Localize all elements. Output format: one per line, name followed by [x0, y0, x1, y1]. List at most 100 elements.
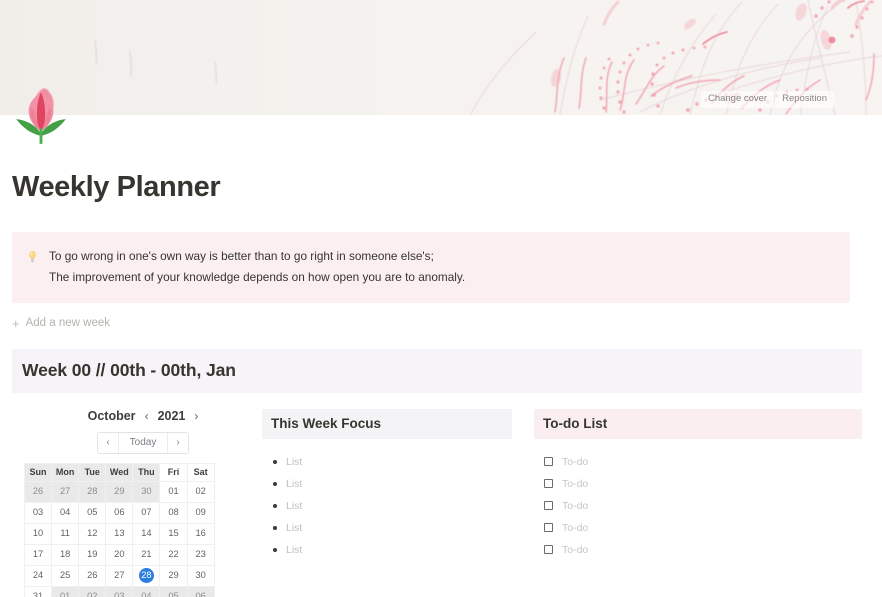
calendar-day-cell[interactable]: 09 — [186, 501, 215, 524]
calendar-day-number: 26 — [32, 486, 44, 497]
focus-list-item-label: List — [286, 455, 303, 468]
todo-list-item-label: To-do — [562, 499, 589, 512]
calendar-day-cell[interactable]: 30 — [132, 480, 161, 503]
todo-list-item[interactable]: To-do — [544, 451, 862, 473]
calendar-day-cell[interactable]: 07 — [132, 501, 161, 524]
page-cover[interactable]: Change cover Reposition — [0, 0, 882, 115]
calendar-day-cell[interactable]: 04 — [51, 501, 80, 524]
checkbox-icon[interactable] — [544, 523, 553, 533]
calendar-day-cell[interactable]: 04 — [132, 585, 161, 597]
calendar-day-cell[interactable]: 19 — [78, 543, 107, 566]
focus-list-item[interactable]: List — [273, 517, 512, 539]
calendar-day-cell[interactable]: 22 — [159, 543, 188, 566]
checkbox-icon[interactable] — [544, 457, 553, 467]
focus-list-item[interactable]: List — [273, 451, 512, 473]
calendar-day-cell[interactable]: 10 — [23, 522, 53, 545]
calendar-day-cell[interactable]: 13 — [105, 522, 134, 545]
tulip-icon[interactable] — [8, 82, 74, 148]
calendar-day-number: 17 — [32, 549, 44, 560]
calendar-day-number: 11 — [60, 528, 70, 539]
calendar-day-cell[interactable]: 29 — [105, 480, 134, 503]
todo-list-item[interactable]: To-do — [544, 473, 862, 495]
week-columns: October ‹ 2021 › ‹ Today › Sun Mon Tue Wed T… — [12, 408, 862, 597]
calendar-day-number: 04 — [59, 507, 71, 518]
todo-list-item[interactable]: To-do — [544, 517, 862, 539]
calendar-day-cell[interactable]: 02 — [186, 480, 215, 503]
checkbox-icon[interactable] — [544, 479, 553, 489]
reposition-button[interactable]: Reposition — [775, 90, 834, 108]
change-cover-button[interactable]: Change cover — [700, 90, 775, 108]
checkbox-icon[interactable] — [544, 501, 553, 511]
calendar-day-cell[interactable]: 16 — [186, 522, 215, 545]
calendar-day-number: 02 — [87, 591, 98, 597]
calendar-day-cell[interactable]: 15 — [159, 522, 188, 545]
plus-icon: + — [12, 315, 20, 331]
add-new-week-button[interactable]: + Add a new week — [12, 317, 870, 330]
calendar-day-number: 23 — [195, 549, 206, 560]
calendar-prev-button[interactable]: ‹ — [98, 432, 119, 453]
todo-list-column: To-do List To-do To-do To-do To-do To-do — [534, 408, 862, 597]
focus-list-item[interactable]: List — [273, 539, 512, 561]
focus-list-item[interactable]: List — [273, 473, 512, 495]
calendar-day-number: 22 — [168, 549, 179, 560]
calendar-year-label: 2021 — [157, 408, 186, 423]
bullet-icon — [273, 547, 277, 552]
calendar-day-cell[interactable]: 05 — [78, 501, 107, 524]
calendar-day-cell[interactable]: 11 — [51, 522, 80, 545]
checkbox-icon[interactable] — [544, 545, 553, 555]
todo-list-item[interactable]: To-do — [544, 495, 862, 517]
calendar-weekday-wed: Wed — [105, 462, 134, 482]
calendar-day-cell[interactable]: 26 — [23, 480, 53, 503]
calendar-day-number: 05 — [87, 507, 98, 518]
calendar-day-cell[interactable]: 06 — [105, 501, 134, 524]
calendar-day-cell[interactable]: 29 — [159, 564, 188, 587]
focus-list-item[interactable]: List — [273, 495, 512, 517]
todo-list: To-do To-do To-do To-do To-do — [534, 451, 862, 561]
calendar-day-cell[interactable]: 25 — [51, 564, 80, 587]
calendar-day-number: 10 — [32, 528, 44, 539]
calendar-day-number: 28 — [87, 486, 98, 497]
calendar-weekday-sun: Sun — [23, 462, 53, 482]
calendar-day-cell[interactable]: 02 — [78, 585, 107, 597]
calendar-day-cell[interactable]: 31 — [23, 585, 53, 597]
calendar-day-cell[interactable]: 17 — [23, 543, 53, 566]
calendar-day-cell[interactable]: 18 — [51, 543, 80, 566]
calendar-day-number: 06 — [195, 591, 206, 597]
calendar-day-cell[interactable]: 28 — [78, 480, 107, 503]
calendar-weekday-mon: Mon — [51, 462, 80, 482]
calendar-day-cell[interactable]: 14 — [132, 522, 161, 545]
bullet-icon — [273, 525, 277, 530]
calendar-day-cell[interactable]: 21 — [132, 543, 161, 566]
calendar-day-cell[interactable]: 06 — [186, 585, 215, 597]
todo-list-item-label: To-do — [562, 521, 589, 534]
calendar-day-cell[interactable]: 20 — [105, 543, 134, 566]
calendar-day-cell[interactable]: 05 — [159, 585, 188, 597]
calendar-day-number: 30 — [195, 570, 206, 581]
calendar-day-cell[interactable]: 24 — [23, 564, 53, 587]
calendar-day-cell[interactable]: 12 — [78, 522, 107, 545]
calendar-day-cell[interactable]: 26 — [78, 564, 107, 587]
calendar-day-cell[interactable]: 01 — [51, 585, 80, 597]
calendar-nav: ‹ Today › — [24, 431, 262, 454]
calendar-today-button[interactable]: Today — [118, 432, 169, 453]
quote-line-2: The improvement of your knowledge depend… — [49, 269, 466, 284]
chevron-right-icon[interactable]: › — [194, 409, 198, 423]
calendar-week-row: 10 11 12 13 14 15 16 — [23, 522, 215, 545]
calendar-day-cell[interactable]: 27 — [105, 564, 134, 587]
calendar-day-cell[interactable]: 27 — [51, 480, 80, 503]
calendar-day-cell[interactable]: 08 — [159, 501, 188, 524]
todo-list-title: To-do List — [534, 408, 862, 439]
calendar-day-number: 06 — [114, 507, 125, 518]
week-heading[interactable]: Week 00 // 00th - 00th, Jan — [12, 348, 862, 393]
quote-callout[interactable]: To go wrong in one's own way is better t… — [12, 232, 850, 303]
calendar-day-cell[interactable]: 03 — [23, 501, 53, 524]
calendar-day-cell[interactable]: 01 — [159, 480, 188, 503]
calendar-day-cell[interactable]: 30 — [186, 564, 215, 587]
calendar-day-cell[interactable]: 28 — [132, 564, 161, 587]
calendar-next-button[interactable]: › — [168, 432, 188, 453]
light-bulb-icon — [28, 246, 37, 266]
chevron-left-icon[interactable]: ‹ — [145, 409, 149, 423]
todo-list-item[interactable]: To-do — [544, 539, 862, 561]
calendar-day-cell[interactable]: 03 — [105, 585, 134, 597]
calendar-day-cell[interactable]: 23 — [186, 543, 215, 566]
